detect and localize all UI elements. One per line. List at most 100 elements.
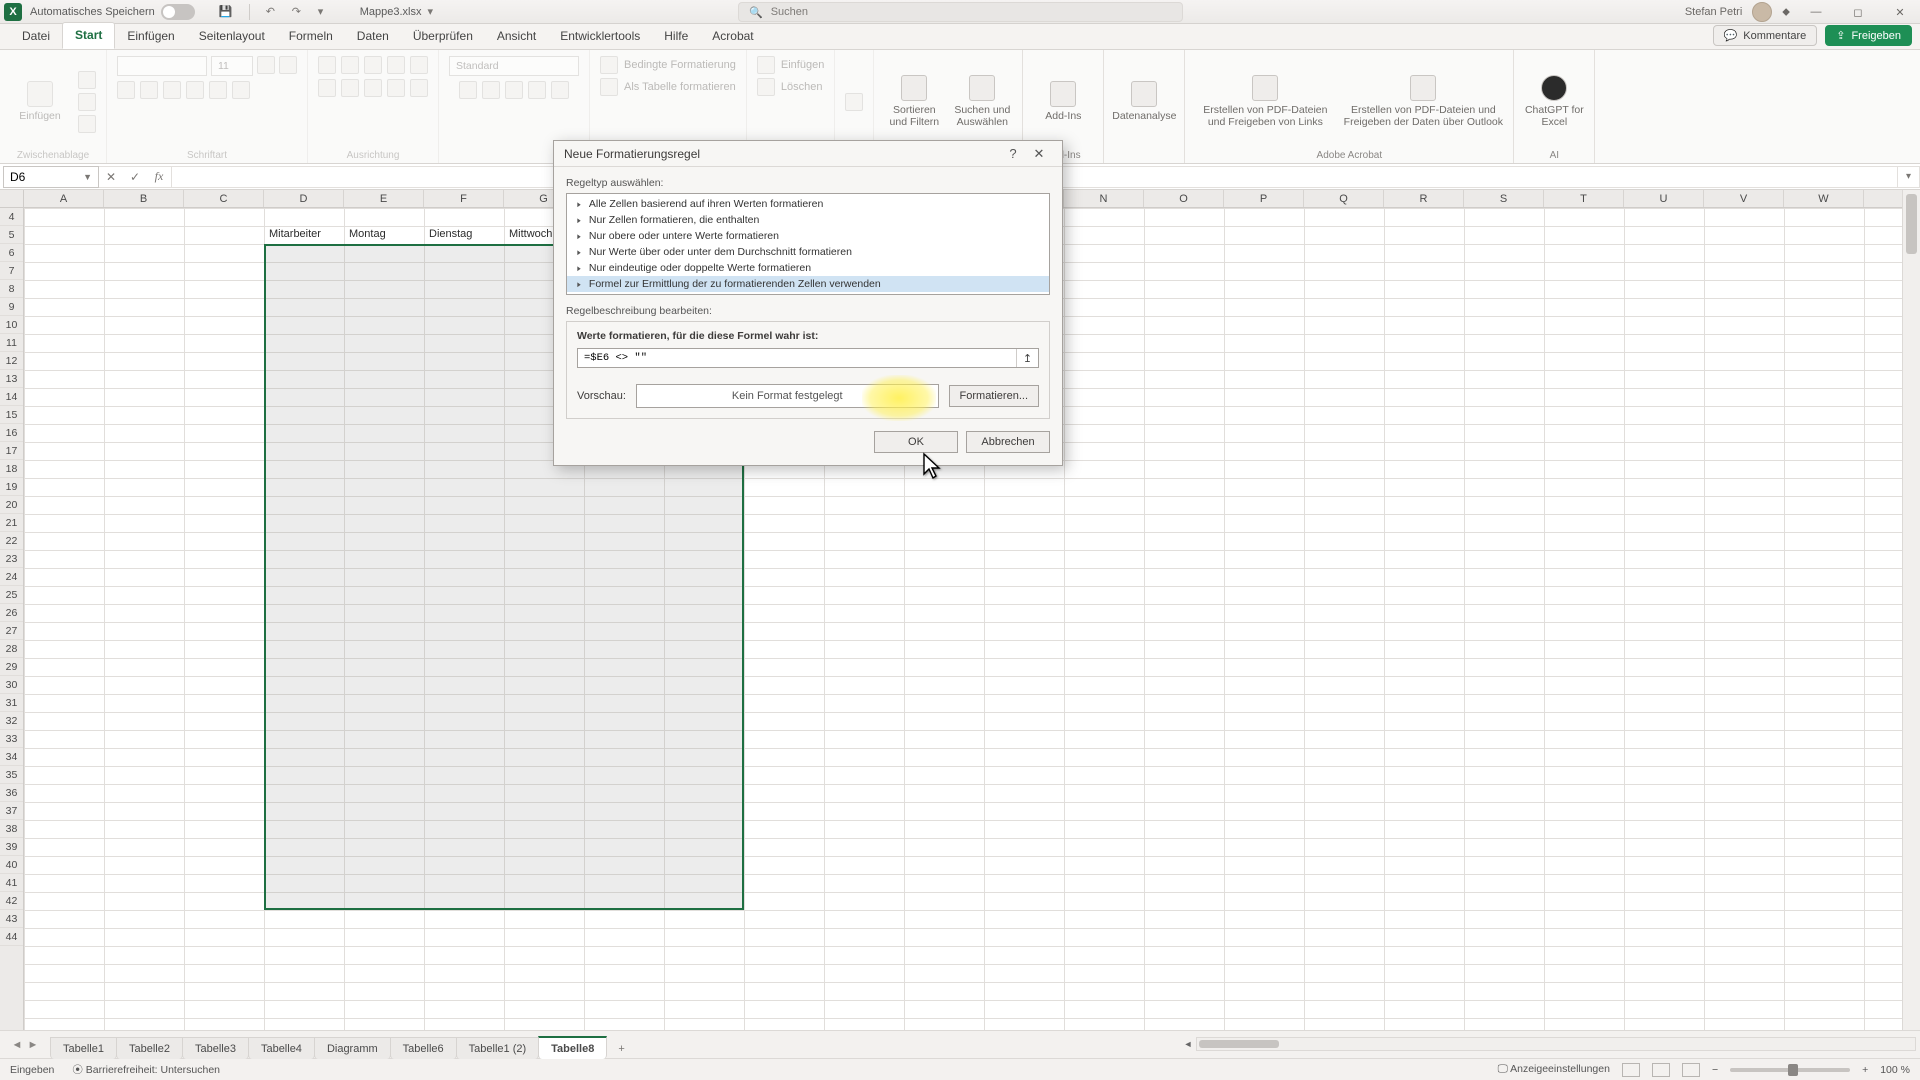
cancel-button[interactable]: Abbrechen — [966, 431, 1050, 453]
expand-formula-icon[interactable]: ▾ — [1898, 166, 1920, 188]
data-analysis-button[interactable]: Datenanalyse — [1114, 81, 1174, 123]
zoom-out-icon[interactable]: − — [1712, 1064, 1718, 1076]
tab-hilfe[interactable]: Hilfe — [652, 24, 700, 49]
rule-formula-input[interactable]: ↥ — [577, 348, 1039, 368]
status-accessibility[interactable]: ⦿ Barrierefreiheit: Untersuchen — [72, 1062, 220, 1077]
zoom-slider[interactable] — [1730, 1068, 1850, 1072]
doc-dropdown-icon[interactable]: ▾ — [428, 5, 442, 19]
tab-ansicht[interactable]: Ansicht — [485, 24, 548, 49]
rule-type-list[interactable]: Alle Zellen basierend auf ihren Werten f… — [566, 193, 1050, 295]
group-font: 11 Schriftart — [107, 50, 308, 163]
sort-icon — [901, 75, 927, 101]
tab-start[interactable]: Start — [62, 22, 115, 49]
toggle-switch[interactable] — [161, 4, 195, 20]
addins-button[interactable]: Add-Ins — [1033, 81, 1093, 123]
maximize-button[interactable]: ◻ — [1842, 0, 1874, 24]
cancel-formula-icon[interactable]: ✕ — [99, 167, 123, 187]
sort-filter-button[interactable]: Sortieren und Filtern — [884, 75, 944, 128]
rule-formula-field[interactable] — [578, 349, 1016, 367]
zoom-level[interactable]: 100 % — [1880, 1064, 1910, 1076]
fill-color-icon[interactable] — [209, 81, 227, 99]
avatar[interactable] — [1752, 2, 1772, 22]
horizontal-scrollbar[interactable]: ◄ ► — [1196, 1037, 1916, 1051]
ok-button[interactable]: OK — [874, 431, 958, 453]
cut-icon[interactable] — [78, 71, 96, 89]
font-color-icon[interactable] — [232, 81, 250, 99]
undo-icon[interactable]: ↶ — [266, 5, 280, 19]
qat-dropdown-icon[interactable]: ▾ — [318, 5, 332, 19]
sheet-tab-tabelle1-2-[interactable]: Tabelle1 (2) — [456, 1037, 539, 1059]
row-headers[interactable]: 4567891011121314151617181920212223242526… — [0, 208, 24, 1030]
rule-option-2[interactable]: Nur obere oder untere Werte formatieren — [567, 228, 1049, 244]
tab-seitenlayout[interactable]: Seitenlayout — [187, 24, 277, 49]
add-sheet-button[interactable]: + — [606, 1038, 636, 1059]
autosum-icon[interactable] — [845, 93, 863, 111]
view-pagebreak-icon[interactable] — [1682, 1063, 1700, 1077]
paste-button[interactable]: Einfügen — [10, 81, 70, 123]
tab-ueberpruefen[interactable]: Überprüfen — [401, 24, 485, 49]
dialog-titlebar[interactable]: Neue Formatierungsregel ? ✕ — [554, 141, 1062, 167]
notifications-icon[interactable]: ⬥ — [1782, 6, 1790, 19]
rule-option-4[interactable]: Nur eindeutige oder doppelte Werte forma… — [567, 260, 1049, 276]
sheet-tab-tabelle1[interactable]: Tabelle1 — [50, 1037, 117, 1059]
tab-datei[interactable]: Datei — [10, 24, 62, 49]
vertical-scrollbar[interactable] — [1902, 190, 1920, 1030]
font-name-combo[interactable] — [117, 56, 207, 76]
sheet-tab-diagramm[interactable]: Diagramm — [314, 1037, 391, 1059]
rule-option-0[interactable]: Alle Zellen basierend auf ihren Werten f… — [567, 196, 1049, 212]
bold-icon[interactable] — [117, 81, 135, 99]
fx-icon[interactable]: fx — [147, 167, 171, 187]
format-button[interactable]: Formatieren... — [949, 385, 1039, 407]
italic-icon[interactable] — [140, 81, 158, 99]
rule-option-1[interactable]: Nur Zellen formatieren, die enthalten — [567, 212, 1049, 228]
tab-einfuegen[interactable]: Einfügen — [115, 24, 186, 49]
comments-button[interactable]: 💬 Kommentare — [1713, 25, 1818, 46]
nav-next-icon[interactable]: ► — [26, 1039, 40, 1051]
tab-daten[interactable]: Daten — [345, 24, 401, 49]
border-icon[interactable] — [186, 81, 204, 99]
select-all-corner[interactable] — [0, 190, 24, 208]
search-input[interactable]: 🔍 Suchen — [738, 2, 1183, 22]
close-window-button[interactable]: ✕ — [1884, 0, 1916, 24]
sheet-tab-tabelle4[interactable]: Tabelle4 — [248, 1037, 315, 1059]
sheet-tab-tabelle8[interactable]: Tabelle8 — [538, 1036, 607, 1059]
rule-option-3[interactable]: Nur Werte über oder unter dem Durchschni… — [567, 244, 1049, 260]
copy-icon[interactable] — [78, 93, 96, 111]
decrease-font-icon[interactable] — [279, 56, 297, 74]
number-format-combo[interactable]: Standard — [449, 56, 579, 76]
underline-icon[interactable] — [163, 81, 181, 99]
hscroll-left-icon[interactable]: ◄ — [1181, 1038, 1195, 1050]
collapse-dialog-icon[interactable]: ↥ — [1016, 349, 1038, 367]
sheet-tab-tabelle6[interactable]: Tabelle6 — [390, 1037, 457, 1059]
accept-formula-icon[interactable]: ✓ — [123, 167, 147, 187]
sheet-tabs[interactable]: Tabelle1Tabelle2Tabelle3Tabelle4Diagramm… — [50, 1031, 636, 1058]
increase-font-icon[interactable] — [257, 56, 275, 74]
autosave-toggle[interactable]: Automatisches Speichern — [30, 4, 195, 20]
zoom-in-icon[interactable]: + — [1862, 1064, 1868, 1076]
help-button[interactable]: ? — [1000, 146, 1026, 161]
sheet-tab-tabelle2[interactable]: Tabelle2 — [116, 1037, 183, 1059]
view-normal-icon[interactable] — [1622, 1063, 1640, 1077]
tab-acrobat[interactable]: Acrobat — [700, 24, 765, 49]
tab-formeln[interactable]: Formeln — [277, 24, 345, 49]
tab-entwicklertools[interactable]: Entwicklertools — [548, 24, 652, 49]
view-pagelayout-icon[interactable] — [1652, 1063, 1670, 1077]
format-painter-icon[interactable] — [78, 115, 96, 133]
minimize-button[interactable]: — — [1800, 0, 1832, 24]
pdf-share-outlook-button[interactable]: Erstellen von PDF-Dateien und Freigeben … — [1343, 75, 1503, 128]
display-settings[interactable]: 🖵 Anzeigeeinstellungen — [1498, 1063, 1610, 1076]
pdf-share-link-button[interactable]: Erstellen von PDF-Dateien und Freigeben … — [1195, 75, 1335, 128]
find-select-button[interactable]: Suchen und Auswählen — [952, 75, 1012, 128]
chevron-down-icon[interactable]: ▼ — [83, 172, 92, 182]
sheet-nav[interactable]: ◄ ► — [0, 1039, 50, 1051]
chatgpt-button[interactable]: ChatGPT for Excel — [1524, 75, 1584, 128]
rule-option-5[interactable]: Formel zur Ermittlung der zu formatieren… — [567, 276, 1049, 292]
font-size-combo[interactable]: 11 — [211, 56, 253, 76]
name-box[interactable]: D6 ▼ — [3, 166, 99, 188]
redo-icon[interactable]: ↷ — [292, 5, 306, 19]
share-button[interactable]: ⇪ Freigeben — [1825, 25, 1912, 46]
nav-prev-icon[interactable]: ◄ — [10, 1039, 24, 1051]
close-dialog-button[interactable]: ✕ — [1026, 146, 1052, 162]
save-icon[interactable]: 💾 — [219, 5, 233, 19]
sheet-tab-tabelle3[interactable]: Tabelle3 — [182, 1037, 249, 1059]
